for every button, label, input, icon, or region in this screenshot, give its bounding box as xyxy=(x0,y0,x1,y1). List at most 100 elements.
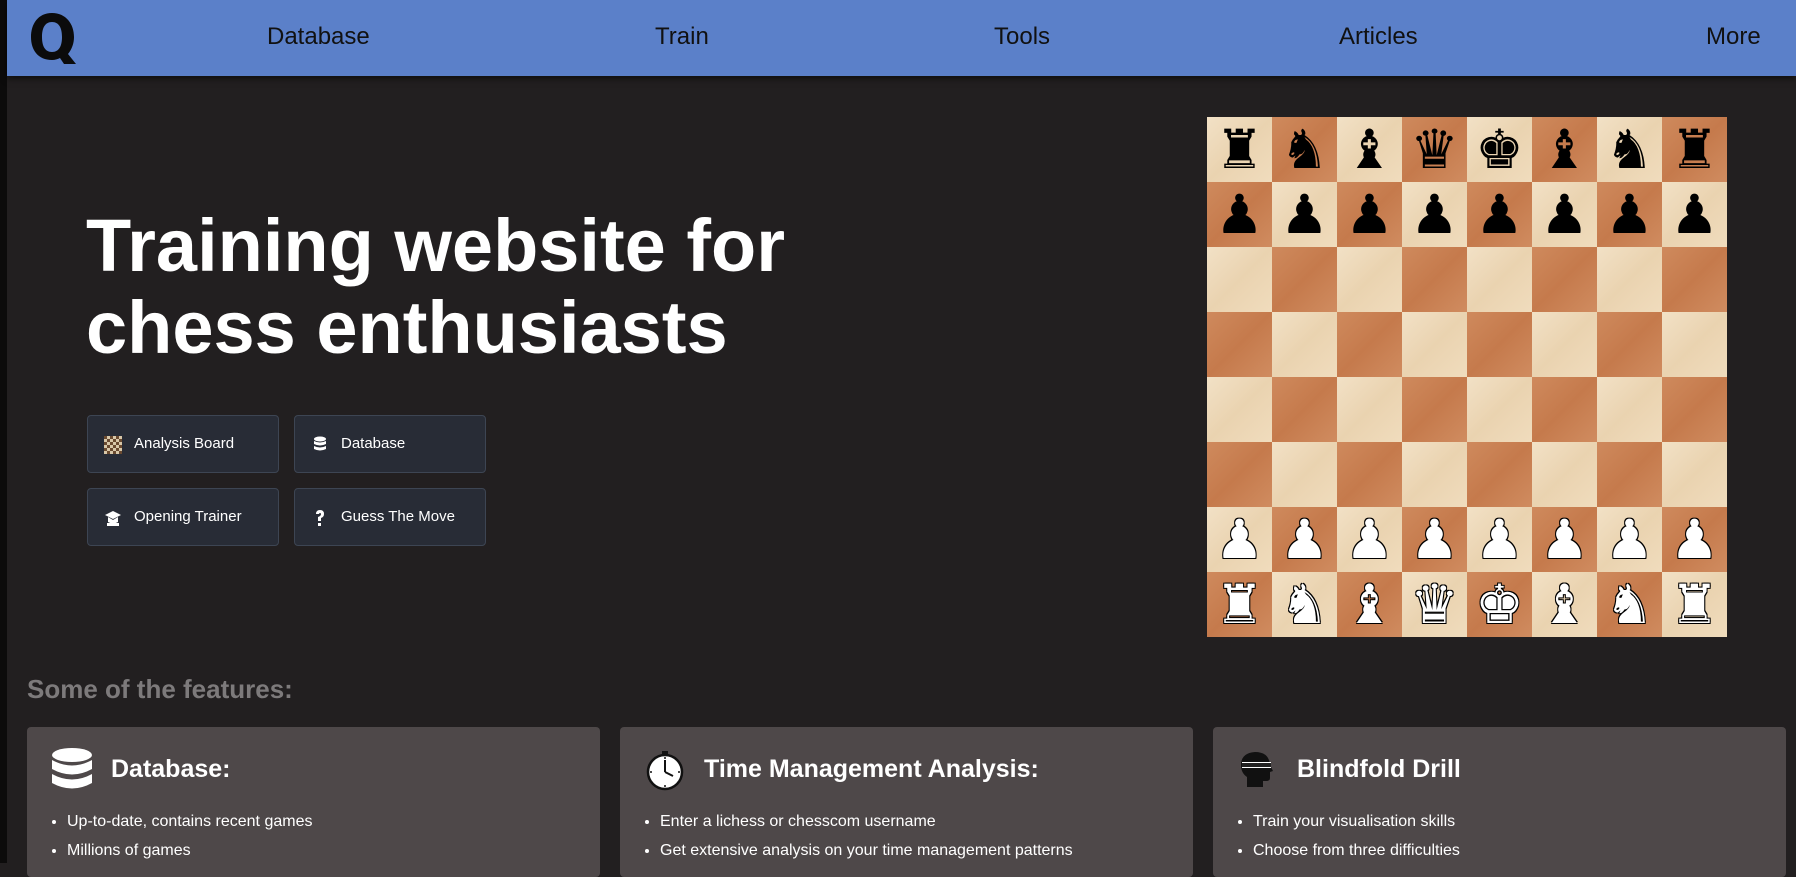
nav-tools[interactable]: Tools xyxy=(994,22,1050,52)
square-e2[interactable]: ♟ xyxy=(1467,507,1532,572)
square-b5[interactable] xyxy=(1272,312,1337,377)
chess-board[interactable]: ♜ ♞ ♝ ♛ ♚ ♝ ♞ ♜ ♟ ♟ ♟ ♟ ♟ ♟ ♟ ♟ ♟ ♟ ♟ ♟ ♟ ♟ ♟ ♟ ♜ ♞ ♝ ♛ ♚ ♝ ♞ ♜ xyxy=(1207,117,1727,637)
black-knight-piece[interactable]: ♞ xyxy=(1605,122,1653,177)
white-rook-piece[interactable]: ♜ xyxy=(1670,577,1718,632)
white-bishop-piece[interactable]: ♝ xyxy=(1345,577,1393,632)
square-f3[interactable] xyxy=(1532,442,1597,507)
black-bishop-piece[interactable]: ♝ xyxy=(1345,122,1393,177)
square-c4[interactable] xyxy=(1337,377,1402,442)
square-a3[interactable] xyxy=(1207,442,1272,507)
white-knight-piece[interactable]: ♞ xyxy=(1280,577,1328,632)
white-knight-piece[interactable]: ♞ xyxy=(1605,577,1653,632)
square-e4[interactable] xyxy=(1467,377,1532,442)
square-c2[interactable]: ♟ xyxy=(1337,507,1402,572)
square-b7[interactable]: ♟ xyxy=(1272,182,1337,247)
square-e5[interactable] xyxy=(1467,312,1532,377)
nav-train[interactable]: Train xyxy=(655,22,709,52)
square-f4[interactable] xyxy=(1532,377,1597,442)
square-g4[interactable] xyxy=(1597,377,1662,442)
square-d4[interactable] xyxy=(1402,377,1467,442)
square-g3[interactable] xyxy=(1597,442,1662,507)
white-pawn-piece[interactable]: ♟ xyxy=(1280,512,1328,567)
square-f5[interactable] xyxy=(1532,312,1597,377)
square-d5[interactable] xyxy=(1402,312,1467,377)
black-queen-piece[interactable]: ♛ xyxy=(1410,122,1458,177)
square-a6[interactable] xyxy=(1207,247,1272,312)
square-g5[interactable] xyxy=(1597,312,1662,377)
square-d7[interactable]: ♟ xyxy=(1402,182,1467,247)
site-logo[interactable] xyxy=(28,10,80,66)
square-f8[interactable]: ♝ xyxy=(1532,117,1597,182)
square-g6[interactable] xyxy=(1597,247,1662,312)
white-pawn-piece[interactable]: ♟ xyxy=(1345,512,1393,567)
black-pawn-piece[interactable]: ♟ xyxy=(1410,187,1458,242)
nav-database[interactable]: Database xyxy=(267,22,370,52)
white-pawn-piece[interactable]: ♟ xyxy=(1540,512,1588,567)
square-d3[interactable] xyxy=(1402,442,1467,507)
square-g1[interactable]: ♞ xyxy=(1597,572,1662,637)
black-pawn-piece[interactable]: ♟ xyxy=(1475,187,1523,242)
white-rook-piece[interactable]: ♜ xyxy=(1215,577,1263,632)
square-h3[interactable] xyxy=(1662,442,1727,507)
square-b8[interactable]: ♞ xyxy=(1272,117,1337,182)
square-h6[interactable] xyxy=(1662,247,1727,312)
square-h2[interactable]: ♟ xyxy=(1662,507,1727,572)
black-king-piece[interactable]: ♚ xyxy=(1475,122,1523,177)
square-d1[interactable]: ♛ xyxy=(1402,572,1467,637)
nav-more[interactable]: More xyxy=(1706,22,1761,52)
black-pawn-piece[interactable]: ♟ xyxy=(1670,187,1718,242)
square-g8[interactable]: ♞ xyxy=(1597,117,1662,182)
black-rook-piece[interactable]: ♜ xyxy=(1670,122,1718,177)
square-a2[interactable]: ♟ xyxy=(1207,507,1272,572)
opening-trainer-button[interactable]: Opening Trainer xyxy=(87,488,279,546)
square-g7[interactable]: ♟ xyxy=(1597,182,1662,247)
square-c5[interactable] xyxy=(1337,312,1402,377)
square-b3[interactable] xyxy=(1272,442,1337,507)
square-a5[interactable] xyxy=(1207,312,1272,377)
square-a7[interactable]: ♟ xyxy=(1207,182,1272,247)
square-f7[interactable]: ♟ xyxy=(1532,182,1597,247)
square-b1[interactable]: ♞ xyxy=(1272,572,1337,637)
white-pawn-piece[interactable]: ♟ xyxy=(1475,512,1523,567)
square-c8[interactable]: ♝ xyxy=(1337,117,1402,182)
square-h4[interactable] xyxy=(1662,377,1727,442)
square-e3[interactable] xyxy=(1467,442,1532,507)
square-b4[interactable] xyxy=(1272,377,1337,442)
square-a8[interactable]: ♜ xyxy=(1207,117,1272,182)
white-bishop-piece[interactable]: ♝ xyxy=(1540,577,1588,632)
black-pawn-piece[interactable]: ♟ xyxy=(1280,187,1328,242)
square-e8[interactable]: ♚ xyxy=(1467,117,1532,182)
square-c3[interactable] xyxy=(1337,442,1402,507)
square-d2[interactable]: ♟ xyxy=(1402,507,1467,572)
square-e6[interactable] xyxy=(1467,247,1532,312)
square-h8[interactable]: ♜ xyxy=(1662,117,1727,182)
black-rook-piece[interactable]: ♜ xyxy=(1215,122,1263,177)
black-pawn-piece[interactable]: ♟ xyxy=(1540,187,1588,242)
nav-articles[interactable]: Articles xyxy=(1339,22,1418,52)
square-b6[interactable] xyxy=(1272,247,1337,312)
black-knight-piece[interactable]: ♞ xyxy=(1280,122,1328,177)
white-pawn-piece[interactable]: ♟ xyxy=(1670,512,1718,567)
black-bishop-piece[interactable]: ♝ xyxy=(1540,122,1588,177)
white-queen-piece[interactable]: ♛ xyxy=(1410,577,1458,632)
square-c6[interactable] xyxy=(1337,247,1402,312)
white-pawn-piece[interactable]: ♟ xyxy=(1215,512,1263,567)
square-e1[interactable]: ♚ xyxy=(1467,572,1532,637)
square-f6[interactable] xyxy=(1532,247,1597,312)
white-pawn-piece[interactable]: ♟ xyxy=(1410,512,1458,567)
white-king-piece[interactable]: ♚ xyxy=(1475,577,1523,632)
square-h7[interactable]: ♟ xyxy=(1662,182,1727,247)
guess-the-move-button[interactable]: Guess The Move xyxy=(294,488,486,546)
square-a4[interactable] xyxy=(1207,377,1272,442)
square-h1[interactable]: ♜ xyxy=(1662,572,1727,637)
analysis-board-button[interactable]: Analysis Board xyxy=(87,415,279,473)
black-pawn-piece[interactable]: ♟ xyxy=(1605,187,1653,242)
white-pawn-piece[interactable]: ♟ xyxy=(1605,512,1653,567)
square-b2[interactable]: ♟ xyxy=(1272,507,1337,572)
square-c1[interactable]: ♝ xyxy=(1337,572,1402,637)
square-h5[interactable] xyxy=(1662,312,1727,377)
square-c7[interactable]: ♟ xyxy=(1337,182,1402,247)
square-f1[interactable]: ♝ xyxy=(1532,572,1597,637)
square-e7[interactable]: ♟ xyxy=(1467,182,1532,247)
black-pawn-piece[interactable]: ♟ xyxy=(1215,187,1263,242)
